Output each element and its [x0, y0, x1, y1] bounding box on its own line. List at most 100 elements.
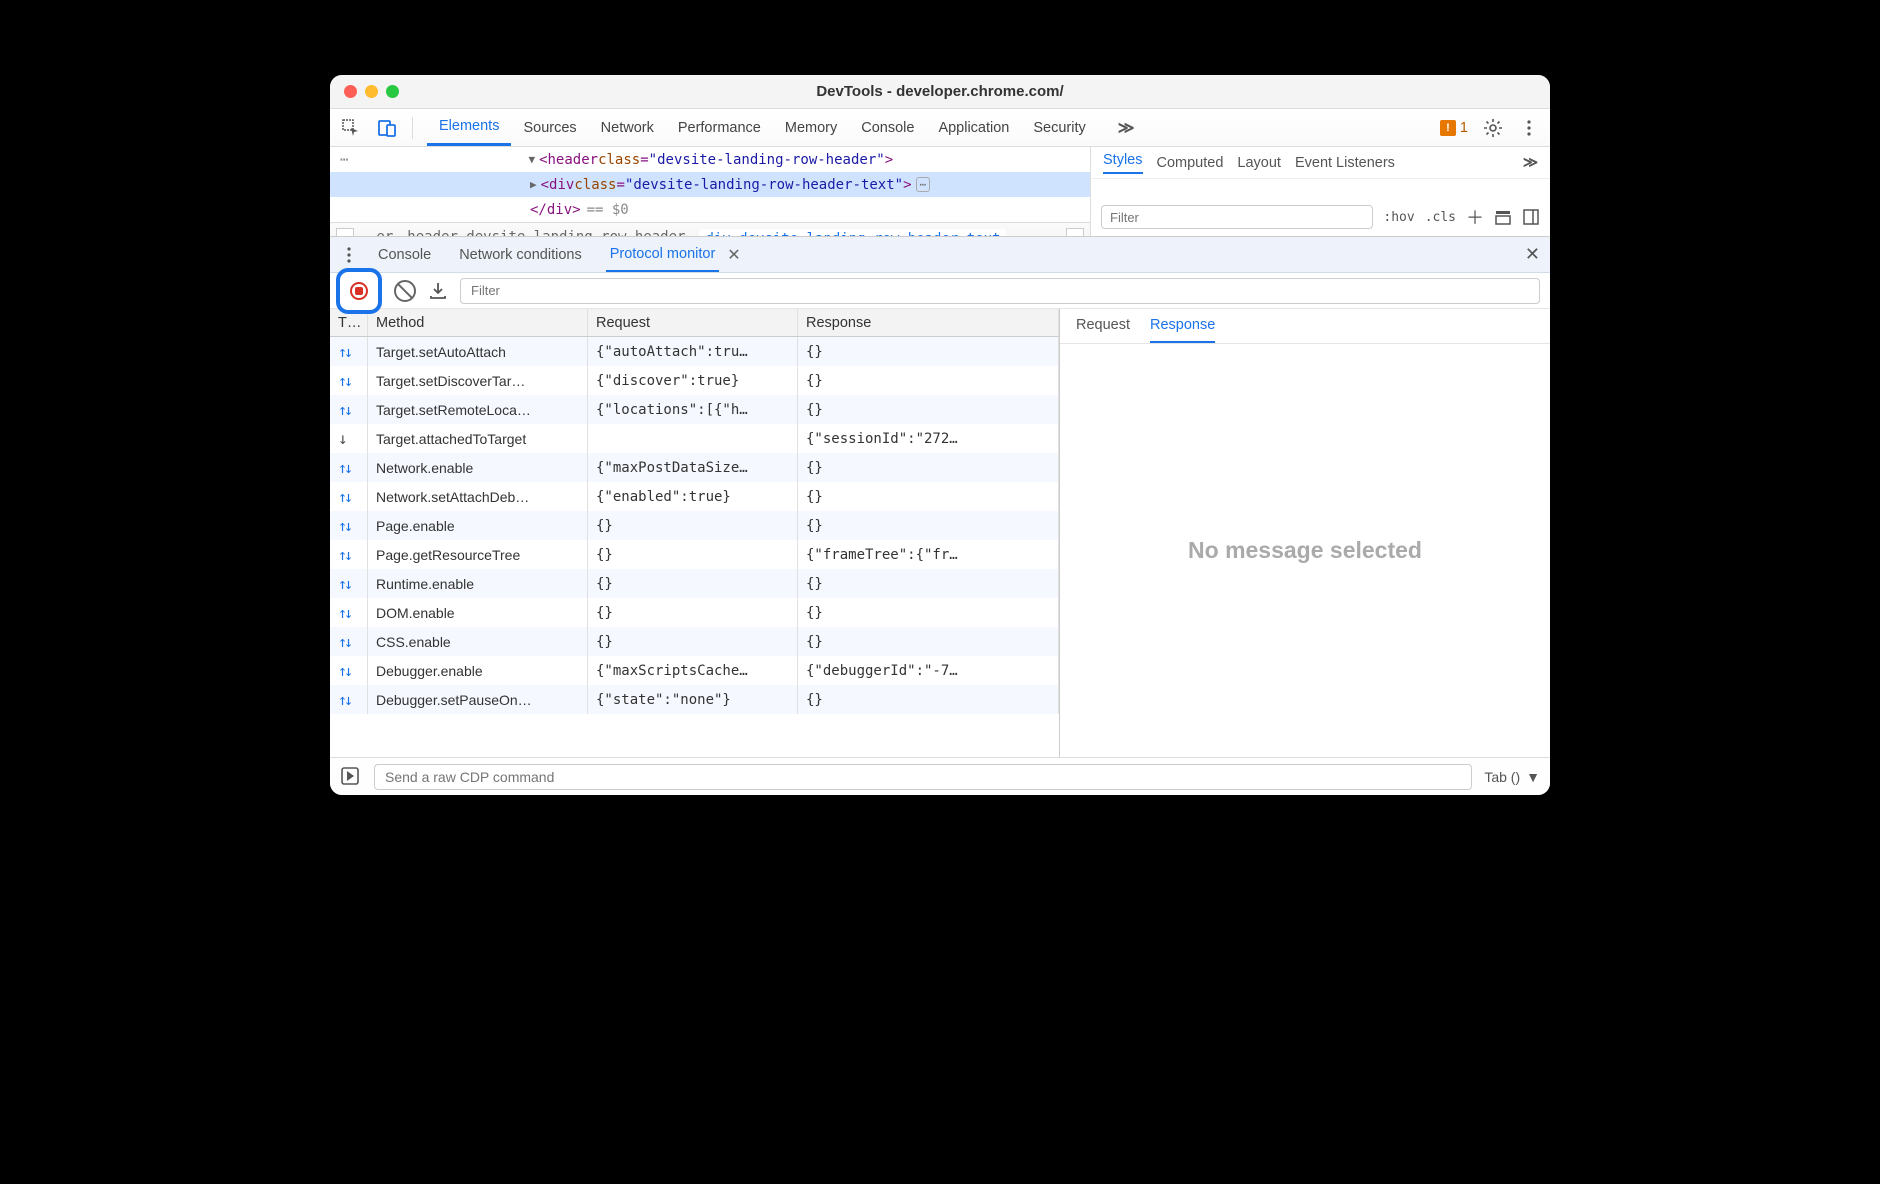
ellipsis-icon[interactable]: ⋯ [330, 152, 358, 168]
warnings-badge[interactable]: ! 1 [1440, 120, 1468, 136]
target-label: Tab () [1484, 769, 1520, 785]
col-request[interactable]: Request [588, 309, 798, 336]
table-row[interactable]: ↑↓Target.setDiscoverTar…{"discover":true… [330, 366, 1059, 395]
cell-method: Network.enable [368, 453, 588, 482]
drawer-menu-icon[interactable] [340, 246, 358, 264]
main-tab-performance[interactable]: Performance [666, 109, 773, 146]
target-selector[interactable]: Tab () ▼ [1484, 769, 1540, 785]
main-tab-console[interactable]: Console [849, 109, 926, 146]
styles-tab-event-listeners[interactable]: Event Listeners [1295, 155, 1395, 171]
cdp-command-bar: Tab () ▼ [330, 757, 1550, 795]
main-tab-memory[interactable]: Memory [773, 109, 849, 146]
table-row[interactable]: ↑↓Debugger.enable{"maxScriptsCache…{"deb… [330, 656, 1059, 685]
tabs-overflow-icon[interactable]: ≫ [1112, 118, 1141, 138]
table-row[interactable]: ↑↓Target.setRemoteLoca…{"locations":[{"h… [330, 395, 1059, 424]
direction-icon: ↑↓ [330, 569, 368, 598]
direction-icon: ↑↓ [330, 685, 368, 714]
cell-method: DOM.enable [368, 598, 588, 627]
close-drawer-icon[interactable]: ✕ [1525, 244, 1540, 265]
protocol-filter-input[interactable] [460, 278, 1540, 304]
breadcrumb-item[interactable]: div.devsite-landing-row-header-text [699, 229, 1006, 237]
table-row[interactable]: ↑↓Page.getResourceTree{}{"frameTree":{"f… [330, 540, 1059, 569]
direction-icon: ↑↓ [330, 366, 368, 395]
cell-response: {} [798, 482, 1059, 511]
cell-method: CSS.enable [368, 627, 588, 656]
collapse-arrow-icon[interactable]: ▼ [528, 153, 535, 166]
cell-response: {} [798, 366, 1059, 395]
cell-request: {} [588, 540, 798, 569]
inspect-icon[interactable] [340, 117, 362, 139]
save-icon[interactable] [428, 281, 448, 301]
cell-request: {} [588, 569, 798, 598]
cell-request: {} [588, 511, 798, 540]
settings-gear-icon[interactable] [1482, 117, 1504, 139]
protocol-toolbar [330, 273, 1550, 309]
table-row[interactable]: ↑↓Debugger.setPauseOn…{"state":"none"}{} [330, 685, 1059, 714]
clear-button[interactable] [394, 280, 416, 302]
table-row[interactable]: ↑↓Page.enable{}{} [330, 511, 1059, 540]
kebab-menu-icon[interactable] [1518, 117, 1540, 139]
dom-value: "devsite-landing-row-header" [649, 152, 885, 168]
table-row[interactable]: ↑↓DOM.enable{}{} [330, 598, 1059, 627]
drawer-tab-network-conditions[interactable]: Network conditions [455, 237, 586, 272]
main-tab-security[interactable]: Security [1021, 109, 1097, 146]
titlebar: DevTools - developer.chrome.com/ [330, 75, 1550, 109]
styles-overflow-icon[interactable]: ≫ [1523, 155, 1538, 171]
dom-attr: class [598, 152, 640, 168]
cell-method: Debugger.enable [368, 656, 588, 685]
computed-styles-icon[interactable] [1494, 208, 1512, 226]
styles-tab-computed[interactable]: Computed [1157, 155, 1224, 171]
table-row[interactable]: ↑↓Network.enable{"maxPostDataSize…{} [330, 453, 1059, 482]
cell-response: {} [798, 627, 1059, 656]
no-message-label: No message selected [1060, 344, 1550, 757]
breadcrumb-prev-icon[interactable]: ◀ [336, 228, 354, 237]
toggle-sidebar-icon[interactable] [1522, 208, 1540, 226]
cls-button[interactable]: .cls [1425, 210, 1456, 225]
direction-icon: ↑↓ [330, 540, 368, 569]
dom-tag-close: > [885, 152, 893, 168]
more-icon[interactable]: ⋯ [916, 177, 931, 192]
col-method[interactable]: Method [368, 309, 588, 336]
cell-method: Debugger.setPauseOn… [368, 685, 588, 714]
direction-icon: ↑↓ [330, 395, 368, 424]
cell-response: {"sessionId":"272… [798, 424, 1059, 453]
styles-tab-layout[interactable]: Layout [1237, 155, 1281, 171]
dom-attr: class [574, 177, 616, 193]
cdp-send-icon[interactable] [340, 766, 362, 788]
table-row[interactable]: ↑↓Runtime.enable{}{} [330, 569, 1059, 598]
dom-tree[interactable]: ⋯ ▼ <header class= "devsite-landing-row-… [330, 147, 1090, 236]
table-row[interactable]: ↑↓Network.setAttachDeb…{"enabled":true}{… [330, 482, 1059, 511]
dom-tag: <div [541, 177, 575, 193]
col-response[interactable]: Response [798, 309, 1059, 336]
expand-arrow-icon[interactable]: ▶ [530, 178, 537, 191]
hov-button[interactable]: :hov [1383, 210, 1414, 225]
chevron-down-icon: ▼ [1526, 769, 1540, 785]
main-tab-elements[interactable]: Elements [427, 109, 511, 146]
devtools-window: DevTools - developer.chrome.com/ Element… [330, 75, 1550, 795]
detail-tab-request[interactable]: Request [1076, 317, 1130, 343]
main-tab-network[interactable]: Network [589, 109, 666, 146]
record-button[interactable] [350, 282, 368, 300]
cell-request [588, 424, 798, 453]
breadcrumb-next-icon[interactable]: ▶ [1066, 228, 1084, 237]
drawer-tab-console[interactable]: Console [374, 237, 435, 272]
table-row[interactable]: ↑↓Target.setAutoAttach{"autoAttach":tru…… [330, 337, 1059, 366]
device-toggle-icon[interactable] [376, 117, 398, 139]
styles-filter-input[interactable] [1101, 205, 1373, 229]
cdp-command-input[interactable] [374, 764, 1472, 790]
breadcrumb-item[interactable]: header.devsite-landing-row-header [407, 229, 685, 237]
cell-response: {} [798, 337, 1059, 366]
close-tab-icon[interactable]: ✕ [727, 245, 740, 265]
direction-icon: ↑↓ [330, 482, 368, 511]
main-tab-sources[interactable]: Sources [511, 109, 588, 146]
table-row[interactable]: ↑↓CSS.enable{}{} [330, 627, 1059, 656]
detail-tab-response[interactable]: Response [1150, 317, 1215, 343]
new-style-rule-icon[interactable]: ＋ [1466, 204, 1484, 230]
drawer-tab-protocol-monitor[interactable]: Protocol monitor [606, 237, 720, 272]
styles-tab-styles[interactable]: Styles [1103, 152, 1143, 174]
dom-tag: <header [539, 152, 598, 168]
main-tab-application[interactable]: Application [926, 109, 1021, 146]
breadcrumb-item[interactable]: …er [368, 229, 393, 237]
table-row[interactable]: ↓Target.attachedToTarget{"sessionId":"27… [330, 424, 1059, 453]
table-header: T… Method Request Response [330, 309, 1059, 337]
